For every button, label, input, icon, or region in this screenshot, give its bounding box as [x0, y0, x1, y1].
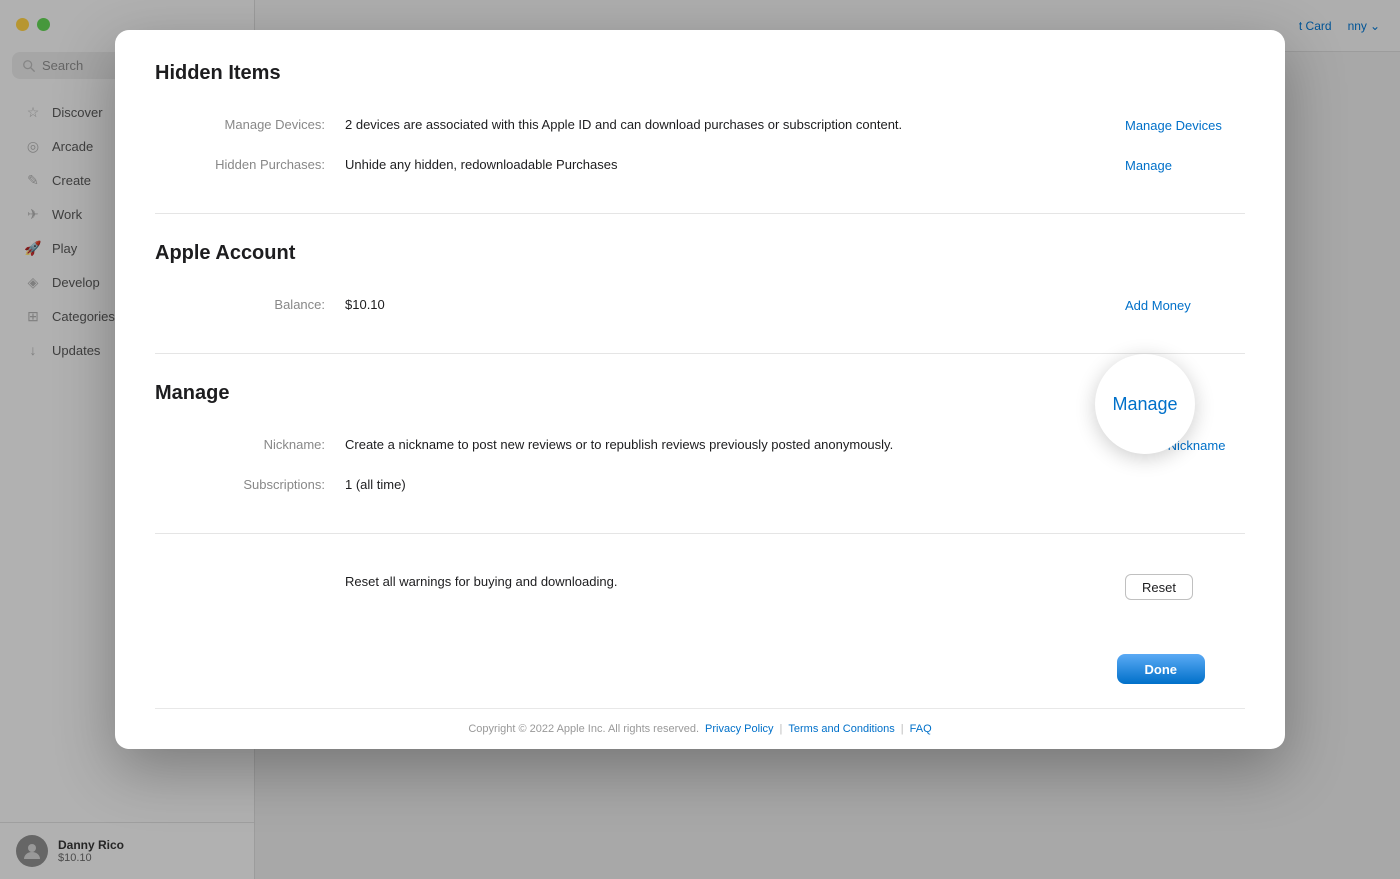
add-money-link[interactable]: Add Money — [1125, 298, 1191, 313]
nickname-value: Create a nickname to post new reviews or… — [345, 435, 1105, 455]
reset-action: Reset — [1105, 572, 1245, 600]
manage-section: Manage Nickname: Create a nickname to po… — [155, 382, 1245, 533]
nickname-label: Nickname: — [155, 435, 345, 452]
copyright-bar: Copyright © 2022 Apple Inc. All rights r… — [155, 708, 1245, 749]
apple-account-section: Apple Account Balance: $10.10 Add Money — [155, 242, 1245, 353]
add-money-action: Add Money — [1105, 295, 1245, 315]
separator-1: | — [780, 723, 783, 735]
hidden-purchases-value: Unhide any hidden, redownloadable Purcha… — [345, 155, 1105, 175]
balance-label: Balance: — [155, 295, 345, 312]
subscriptions-action — [1105, 475, 1245, 477]
balance-row: Balance: $10.10 Add Money — [155, 285, 1245, 325]
reset-label — [155, 572, 345, 574]
copyright-text: Copyright © 2022 Apple Inc. All rights r… — [468, 723, 699, 735]
faq-link[interactable]: FAQ — [910, 723, 932, 735]
hidden-items-section: Hidden Items Manage Devices: 2 devices a… — [155, 62, 1245, 213]
modal-footer: Done — [155, 638, 1245, 708]
subscriptions-row: Subscriptions: 1 (all time) — [155, 465, 1245, 505]
divider-2 — [155, 353, 1245, 354]
divider-3 — [155, 533, 1245, 534]
reset-row: Reset all warnings for buying and downlo… — [155, 562, 1245, 610]
manage-circle-label: Manage — [1112, 394, 1177, 415]
hidden-purchases-label: Hidden Purchases: — [155, 155, 345, 172]
done-button[interactable]: Done — [1117, 654, 1206, 684]
manage-devices-label: Manage Devices: — [155, 115, 345, 132]
modal-overlay: Hidden Items Manage Devices: 2 devices a… — [0, 0, 1400, 879]
divider-1 — [155, 213, 1245, 214]
apple-account-title: Apple Account — [155, 242, 1245, 265]
reset-value: Reset all warnings for buying and downlo… — [345, 572, 1105, 592]
subscriptions-value: 1 (all time) — [345, 475, 1105, 495]
modal-wrapper: Hidden Items Manage Devices: 2 devices a… — [115, 30, 1285, 749]
manage-devices-value: 2 devices are associated with this Apple… — [345, 115, 1105, 135]
manage-devices-action: Manage Devices — [1105, 115, 1245, 135]
manage-devices-row: Manage Devices: 2 devices are associated… — [155, 105, 1245, 145]
terms-link[interactable]: Terms and Conditions — [788, 723, 894, 735]
manage-title: Manage — [155, 382, 1245, 405]
separator-2: | — [901, 723, 904, 735]
manage-circle[interactable]: Manage — [1095, 354, 1195, 454]
reset-button[interactable]: Reset — [1125, 574, 1193, 600]
hidden-purchases-action: Manage — [1105, 155, 1245, 175]
manage-devices-link[interactable]: Manage Devices — [1125, 118, 1222, 133]
subscriptions-label: Subscriptions: — [155, 475, 345, 492]
reset-section: Reset all warnings for buying and downlo… — [155, 562, 1245, 638]
balance-value: $10.10 — [345, 295, 1105, 315]
hidden-purchases-row: Hidden Purchases: Unhide any hidden, red… — [155, 145, 1245, 185]
hidden-purchases-manage-link[interactable]: Manage — [1125, 158, 1172, 173]
privacy-policy-link[interactable]: Privacy Policy — [705, 723, 773, 735]
nickname-row: Nickname: Create a nickname to post new … — [155, 425, 1245, 465]
hidden-items-title: Hidden Items — [155, 62, 1245, 85]
